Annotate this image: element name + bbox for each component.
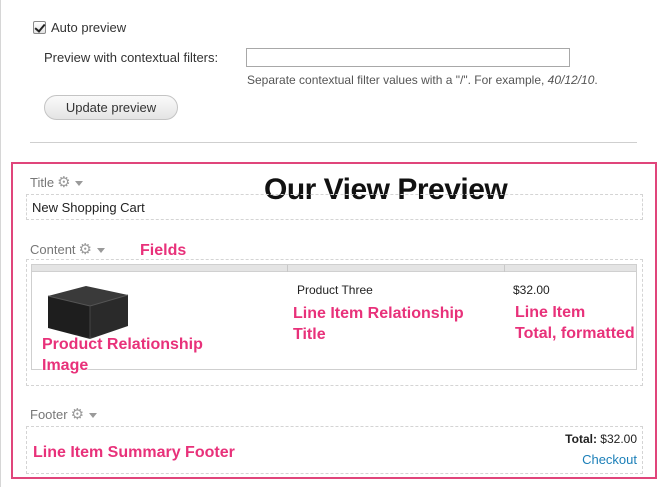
footer-section-label: Footer	[30, 405, 97, 423]
contextual-filters-label: Preview with contextual filters:	[44, 50, 219, 65]
image-annotation: Product Relationship Image	[42, 334, 203, 376]
chevron-down-icon[interactable]	[88, 413, 97, 418]
gear-icon[interactable]	[79, 240, 93, 258]
auto-preview-label: Auto preview	[51, 20, 127, 35]
fields-annotation: Fields	[140, 242, 187, 259]
gear-icon[interactable]	[71, 405, 85, 423]
title-value: New Shopping Cart	[32, 200, 145, 215]
title-annotation: Line Item Relationship Title	[293, 303, 464, 345]
total-annotation: Line Item Total, formatted	[515, 302, 635, 344]
checkout-link[interactable]: Checkout	[582, 452, 637, 467]
chevron-down-icon[interactable]	[75, 181, 84, 186]
contextual-filters-input[interactable]	[246, 48, 570, 67]
table-header	[32, 265, 636, 272]
column-separator	[287, 265, 288, 272]
column-separator	[504, 265, 505, 272]
footer-total: Total: $32.00	[565, 432, 637, 446]
update-preview-button[interactable]: Update preview	[44, 95, 178, 120]
total-annotation-line2: Total, formatted	[515, 325, 635, 342]
footer-label-text: Footer	[30, 407, 68, 422]
auto-preview-option[interactable]: Auto preview	[33, 20, 126, 35]
image-annotation-line2: Image	[42, 357, 89, 374]
auto-preview-checkbox[interactable]	[33, 21, 46, 34]
line-item-total-cell: $32.00	[513, 283, 550, 297]
footer-total-value: $32.00	[600, 432, 637, 446]
contextual-filters-help-end: .	[594, 73, 598, 87]
title-label-text: Title	[30, 175, 55, 190]
chevron-down-icon[interactable]	[96, 248, 105, 253]
product-title-cell: Product Three	[297, 283, 373, 297]
footer-annotation: Line Item Summary Footer	[33, 444, 235, 461]
footer-total-label: Total:	[565, 432, 597, 446]
gear-icon[interactable]	[57, 173, 71, 191]
contextual-filters-help: Separate contextual filter values with a…	[247, 73, 598, 87]
total-annotation-line1: Line Item	[515, 304, 586, 321]
contextual-filters-help-text: Separate contextual filter values with a…	[247, 73, 548, 87]
left-frame-border	[0, 0, 1, 487]
contextual-filters-example: 40/12/10	[547, 73, 595, 87]
content-label-text: Content	[30, 242, 76, 257]
title-annotation-line1: Line Item Relationship	[293, 305, 464, 322]
section-divider	[30, 142, 637, 143]
title-annotation-line2: Title	[293, 326, 326, 343]
content-section-label: Content	[30, 240, 105, 258]
image-annotation-line1: Product Relationship	[42, 336, 203, 353]
title-section-label: Title	[30, 173, 84, 191]
